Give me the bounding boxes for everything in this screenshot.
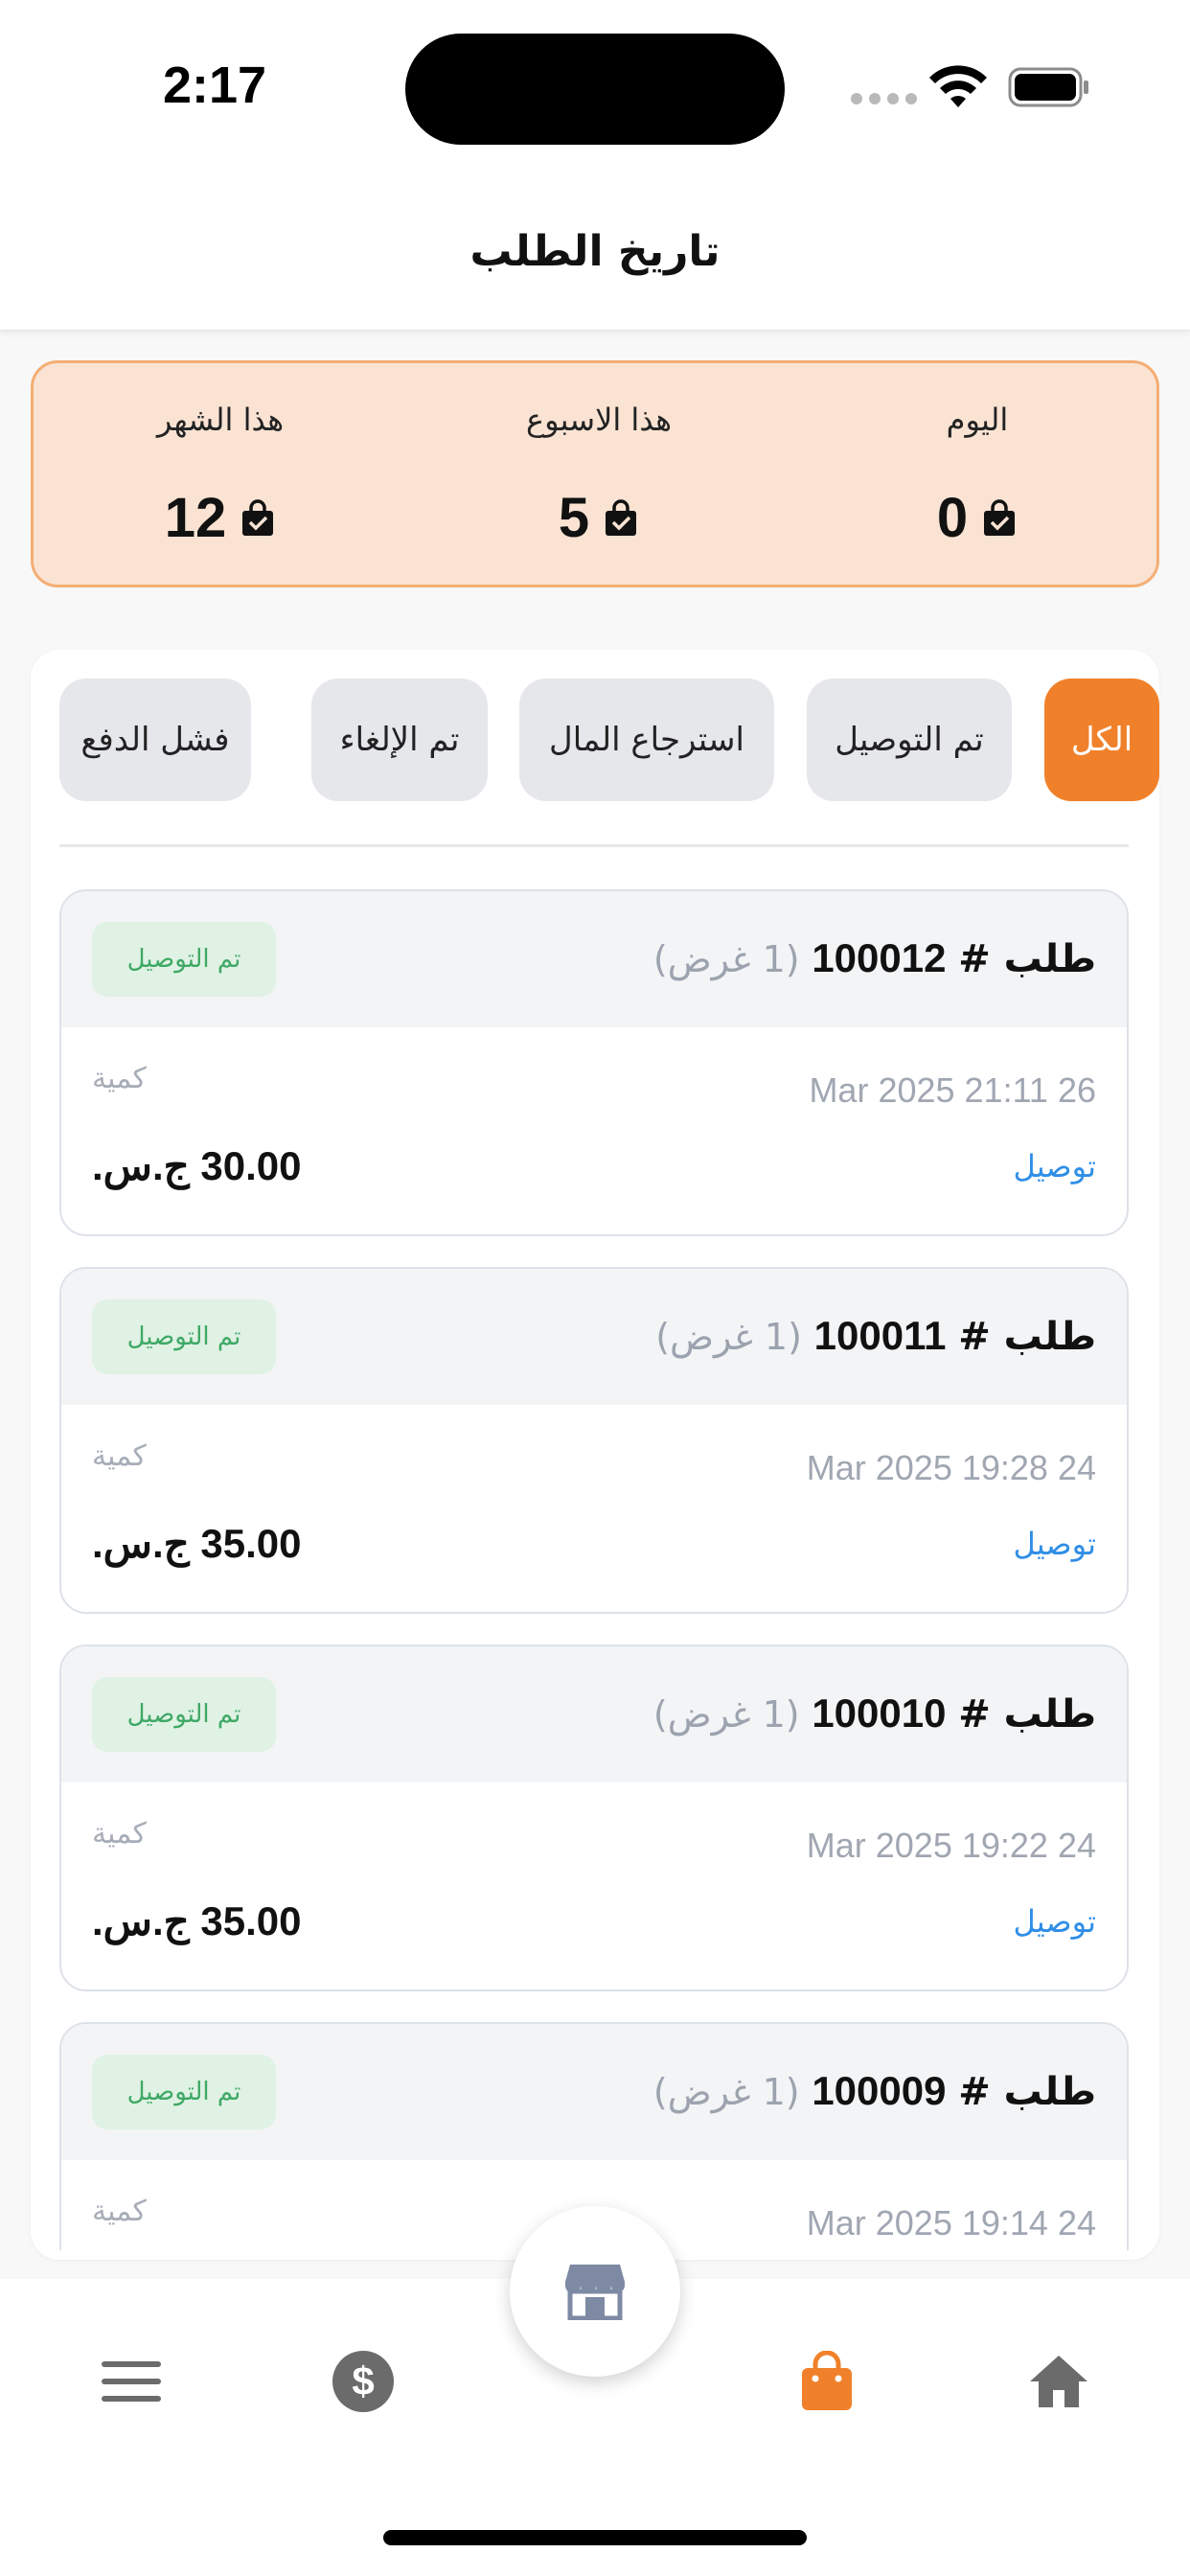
tab-home[interactable] [1016, 2338, 1102, 2425]
order-card[interactable]: طلب # 100011 (1 غرض) تم التوصيل Mar 2025… [59, 1267, 1129, 1614]
order-number: 100012 [812, 935, 947, 980]
tab-earnings[interactable]: $ [320, 2338, 406, 2425]
order-card-header: طلب # 100010 (1 غرض) تم التوصيل [61, 1646, 1127, 1782]
order-total: 35.00 ج.س. [92, 1521, 302, 1566]
order-date: Mar 2025 19:28 24 [806, 1448, 1096, 1487]
filter-refunded[interactable]: استرجاع المال [519, 678, 774, 801]
order-label: طلب # [958, 937, 1096, 981]
stat-label: هذا الشهر [156, 402, 285, 438]
order-card-header: طلب # 100009 (1 غرض) تم التوصيل [61, 2024, 1127, 2160]
order-card[interactable]: طلب # 100012 (1 غرض) تم التوصيل Mar 2025… [59, 889, 1129, 1236]
status-bar: 2:17 [0, 0, 1190, 172]
quantity-label: كمية [92, 1062, 147, 1095]
order-number: 100009 [812, 2068, 947, 2113]
order-number: 100010 [812, 1690, 947, 1736]
dollar-icon: $ [332, 2351, 394, 2412]
status-filter-bar: الكل تم التوصيل استرجاع المال تم الإلغاء… [59, 678, 1159, 801]
menu-icon [102, 2361, 161, 2402]
wifi-icon [929, 65, 987, 107]
delivery-method-link[interactable]: توصيل [1014, 1526, 1097, 1562]
orders-list[interactable]: طلب # 100012 (1 غرض) تم التوصيل Mar 2025… [59, 889, 1129, 2250]
svg-text:$: $ [352, 2358, 374, 2404]
order-title: طلب # 100010 (1 غرض) [653, 1690, 1096, 1736]
cellular-signal-icon [851, 93, 917, 104]
stat-label: هذا الاسبوع [526, 402, 672, 438]
quantity-label: كمية [92, 1817, 147, 1851]
tab-menu[interactable] [88, 2338, 174, 2425]
order-card[interactable]: طلب # 100010 (1 غرض) تم التوصيل Mar 2025… [59, 1644, 1129, 1991]
stat-today: اليوم 0 [834, 363, 1121, 585]
order-title: طلب # 100011 (1 غرض) [655, 1313, 1096, 1359]
shopping-bag-icon [802, 2351, 852, 2410]
page-title: تاريخ الطلب [469, 226, 721, 276]
delivery-method-link[interactable]: توصيل [1014, 1903, 1097, 1940]
shopping-bag-check-icon [242, 498, 274, 536]
header: تاريخ الطلب [0, 172, 1190, 331]
quantity-label: كمية [92, 2195, 147, 2228]
dynamic-island [405, 34, 785, 145]
order-stats-card: اليوم 0 هذا الاسبوع 5 هذا الشهر 12 [31, 360, 1159, 587]
order-date: Mar 2025 19:14 24 [806, 2203, 1096, 2242]
tab-orders[interactable] [784, 2338, 870, 2425]
filter-cancelled[interactable]: تم الإلغاء [311, 678, 488, 801]
store-button[interactable] [510, 2206, 680, 2377]
order-total: 35.00 ج.س. [92, 1898, 302, 1944]
orders-panel: الكل تم التوصيل استرجاع المال تم الإلغاء… [31, 650, 1159, 2260]
filter-payment-failed[interactable]: فشل الدفع [59, 678, 251, 801]
order-title: طلب # 100012 (1 غرض) [653, 935, 1096, 981]
order-title: طلب # 100009 (1 غرض) [653, 2068, 1096, 2114]
status-badge: تم التوصيل [92, 922, 276, 997]
stat-label: اليوم [946, 402, 1009, 438]
status-badge: تم التوصيل [92, 2055, 276, 2129]
order-number: 100011 [813, 1313, 947, 1358]
order-items-count: (1 غرض) [652, 938, 800, 980]
quantity-label: كمية [92, 1439, 147, 1473]
order-label: طلب # [958, 1315, 1096, 1359]
home-icon [1030, 2356, 1087, 2407]
shopping-bag-check-icon [984, 498, 1016, 536]
order-items-count: (1 غرض) [655, 1316, 802, 1358]
status-badge: تم التوصيل [92, 1677, 276, 1752]
order-card-header: طلب # 100011 (1 غرض) تم التوصيل [61, 1269, 1127, 1405]
order-items-count: (1 غرض) [652, 2071, 800, 2113]
store-icon [565, 2265, 625, 2320]
order-label: طلب # [958, 2070, 1096, 2114]
stat-value: 5 [558, 487, 590, 549]
delivery-method-link[interactable]: توصيل [1014, 1148, 1097, 1184]
status-time: 2:17 [163, 57, 267, 114]
order-date: Mar 2025 21:11 26 [809, 1070, 1096, 1110]
stat-value: 12 [164, 487, 227, 549]
order-items-count: (1 غرض) [652, 1693, 800, 1736]
order-total: 30.00 ج.س. [92, 1143, 302, 1188]
order-date: Mar 2025 19:22 24 [806, 1826, 1096, 1865]
order-label: طلب # [958, 1692, 1096, 1736]
divider [59, 844, 1129, 847]
stat-this-week: هذا الاسبوع 5 [455, 363, 743, 585]
shopping-bag-check-icon [606, 498, 637, 536]
stat-value: 0 [936, 487, 969, 549]
filter-all[interactable]: الكل [1044, 678, 1159, 801]
battery-icon [1008, 67, 1088, 107]
stat-this-month: هذا الشهر 12 [77, 363, 364, 585]
order-card-header: طلب # 100012 (1 غرض) تم التوصيل [61, 891, 1127, 1027]
filter-delivered[interactable]: تم التوصيل [807, 678, 1012, 801]
home-indicator [383, 2530, 807, 2545]
status-badge: تم التوصيل [92, 1300, 276, 1374]
